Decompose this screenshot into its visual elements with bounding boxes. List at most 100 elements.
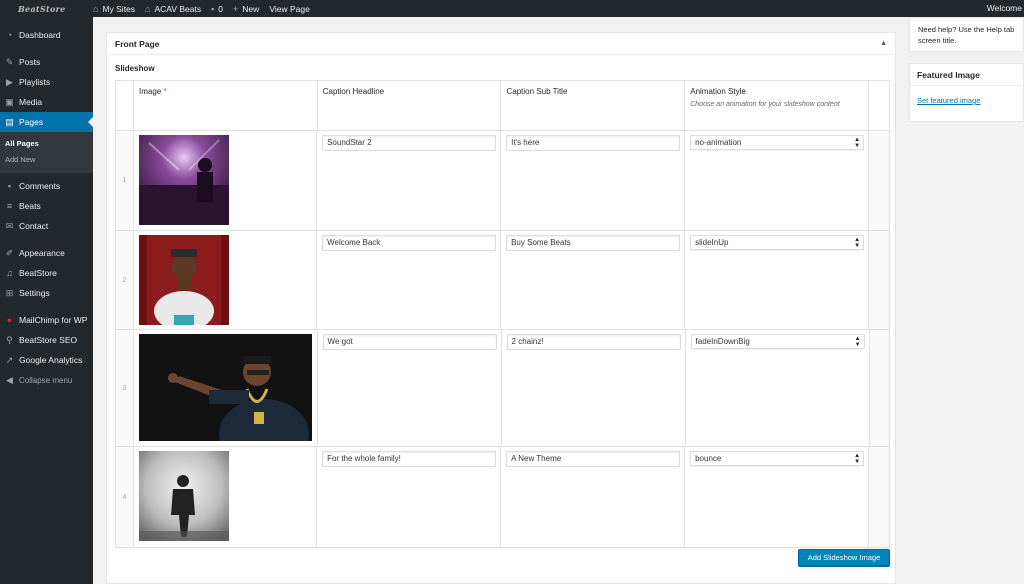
header-animation-desc: Choose an animation for your slideshow c… (690, 101, 840, 108)
caption-headline-input[interactable]: For the whole family! (322, 451, 497, 467)
header-caption-sub: Caption Sub Title (501, 81, 686, 130)
slide-image-concert[interactable] (138, 135, 229, 225)
settings-icon: ⊞ (5, 287, 14, 298)
sidebar-item-comments[interactable]: ▪ Comments (0, 176, 93, 196)
site-name-link[interactable]: ⌂ ACAV Beats (145, 4, 201, 14)
my-sites-icon: ⌂ (93, 3, 99, 14)
table-row: 4 For the whole family! A New Theme boun… (116, 447, 889, 547)
chart-icon: ↗ (5, 354, 14, 365)
site-logo[interactable]: BeatStore (0, 4, 93, 14)
sidebar-item-label: Beats (19, 201, 41, 211)
new-label: New (242, 3, 260, 14)
animation-cell: bounce ▲ ▼ (685, 447, 870, 547)
collapse-label: Collapse menu (19, 375, 73, 385)
sidebar-item-posts[interactable]: ✎ Posts (0, 52, 93, 72)
header-caption-headline: Caption Headline (318, 81, 502, 130)
front-page-metabox: Front Page ▲ Slideshow Image * Caption H… (106, 32, 896, 584)
sidebar-item-pages[interactable]: ▤ Pages (0, 112, 93, 132)
collapse-toggle-icon[interactable]: ▲ (880, 40, 887, 47)
sidebar-item-label: Media (19, 97, 43, 107)
sidebar-item-settings[interactable]: ⊞ Settings (0, 283, 93, 303)
table-row: 1 SoundStar 2 It's here no-animation ▲ ▼ (116, 131, 889, 231)
sidebar-item-beatstore[interactable]: ♫ BeatStore (0, 263, 93, 283)
header-order (116, 81, 134, 130)
sidebar-item-label: Posts (19, 57, 41, 67)
my-sites-link[interactable]: ⌂ My Sites (93, 4, 135, 14)
submenu-all-pages[interactable]: All Pages (0, 136, 93, 152)
comments-count: 0 (218, 3, 224, 14)
slideshow-table: Image * Caption Headline Caption Sub Tit… (115, 80, 890, 548)
comment-bubble-icon: ▪ (211, 3, 215, 14)
sidebar-item-appearance[interactable]: ✐ Appearance (0, 243, 93, 263)
add-slideshow-image-button[interactable]: Add Slideshow Image (798, 549, 890, 566)
caption-subtitle-input[interactable]: A New Theme (506, 451, 681, 467)
comments-link[interactable]: ▪ 0 (211, 4, 223, 14)
select-arrows-icon: ▲ ▼ (854, 237, 861, 249)
animation-select[interactable]: slideInUp ▲ ▼ (690, 235, 865, 250)
submenu-add-new[interactable]: Add New (0, 152, 93, 168)
animation-select[interactable]: bounce ▲ ▼ (690, 451, 865, 466)
sidebar-item-media[interactable]: ▣ Media (0, 92, 93, 112)
animation-select[interactable]: fadeInDownBig ▲ ▼ (690, 334, 865, 349)
featured-image-title[interactable]: Featured Image (910, 64, 1023, 86)
image-cell (134, 131, 318, 230)
collapse-menu-button[interactable]: ◀ Collapse menu (0, 370, 93, 390)
sidebar-item-google-analytics[interactable]: ↗ Google Analytics (0, 350, 93, 370)
sidebar-item-mailchimp[interactable]: ● MailChimp for WP (0, 310, 93, 330)
headline-cell: We got (318, 330, 502, 446)
animation-select[interactable]: no-animation ▲ ▼ (690, 135, 865, 150)
row-actions[interactable] (869, 131, 889, 230)
welcome-user[interactable]: Welcome (987, 0, 1024, 17)
sidebar-item-label: BeatStore SEO (19, 335, 78, 345)
slide-image-portrait[interactable] (138, 235, 229, 325)
sidebar-item-beats[interactable]: ≡ Beats (0, 196, 93, 216)
slide-image-performer[interactable] (138, 334, 312, 441)
required-marker: * (163, 87, 167, 96)
pushpin-icon: ✎ (5, 56, 14, 67)
caption-headline-input[interactable]: Welcome Back (322, 235, 497, 251)
sidebar-item-contact[interactable]: ✉ Contact (0, 216, 93, 236)
row-actions[interactable] (869, 231, 889, 329)
new-content-link[interactable]: + New (233, 4, 259, 14)
header-animation: Animation Style Choose an animation for … (685, 81, 869, 130)
sidebar-item-label: Appearance (19, 248, 65, 258)
caption-headline-input[interactable]: SoundStar 2 (322, 135, 497, 151)
table-header: Image * Caption Headline Caption Sub Tit… (116, 81, 889, 131)
row-actions[interactable] (869, 330, 889, 446)
slide-image-silhouette[interactable] (138, 451, 229, 541)
pages-icon: ▤ (5, 116, 14, 127)
row-actions[interactable] (869, 447, 889, 547)
image-cell (134, 447, 318, 547)
music-note-icon: ♫ (6, 268, 13, 278)
row-number[interactable]: 4 (116, 447, 134, 547)
sidebar-item-beatstore-seo[interactable]: ⚲ BeatStore SEO (0, 330, 93, 350)
comment-icon: ▪ (7, 181, 12, 191)
caption-subtitle-input[interactable]: It's here (506, 135, 681, 151)
row-number[interactable]: 3 (116, 330, 134, 446)
sidebar-item-playlists[interactable]: ▶ Playlists (0, 72, 93, 92)
view-page-link[interactable]: View Page (269, 4, 309, 14)
subtitle-cell: A New Theme (501, 447, 686, 547)
row-number[interactable]: 1 (116, 131, 134, 230)
set-featured-image-link[interactable]: Set featured image (910, 86, 1023, 115)
caption-subtitle-input[interactable]: 2 chainz! (506, 334, 681, 350)
mailchimp-icon: ● (6, 315, 13, 325)
select-arrows-icon: ▲ ▼ (854, 453, 861, 465)
row-number[interactable]: 2 (116, 231, 134, 329)
caption-headline-input[interactable]: We got (322, 334, 497, 350)
metabox-header[interactable]: Front Page ▲ (107, 33, 895, 55)
my-sites-label: My Sites (102, 3, 136, 14)
header-animation-label: Animation Style (690, 87, 746, 96)
caption-subtitle-input[interactable]: Buy Some Beats (506, 235, 681, 251)
dashboard-icon: ◔ (6, 30, 13, 40)
featured-image-box: Featured Image Set featured image (909, 63, 1024, 122)
sidebar-item-label: Pages (19, 117, 44, 127)
play-circle-icon: ▶ (6, 76, 13, 87)
select-arrows-icon: ▲ ▼ (854, 137, 861, 149)
sidebar-item-dashboard[interactable]: ◔ Dashboard (0, 25, 93, 45)
collapse-arrow-icon: ◀ (6, 374, 13, 385)
table-row: 3 We got 2 chainz! fadeInDownBig ▲ ▼ (116, 330, 889, 447)
animation-value: fadeInDownBig (695, 337, 750, 346)
table-row: 2 Welcome Back Buy Some Beats slideInUp … (116, 231, 889, 330)
sidebar-item-label: Playlists (19, 77, 51, 87)
